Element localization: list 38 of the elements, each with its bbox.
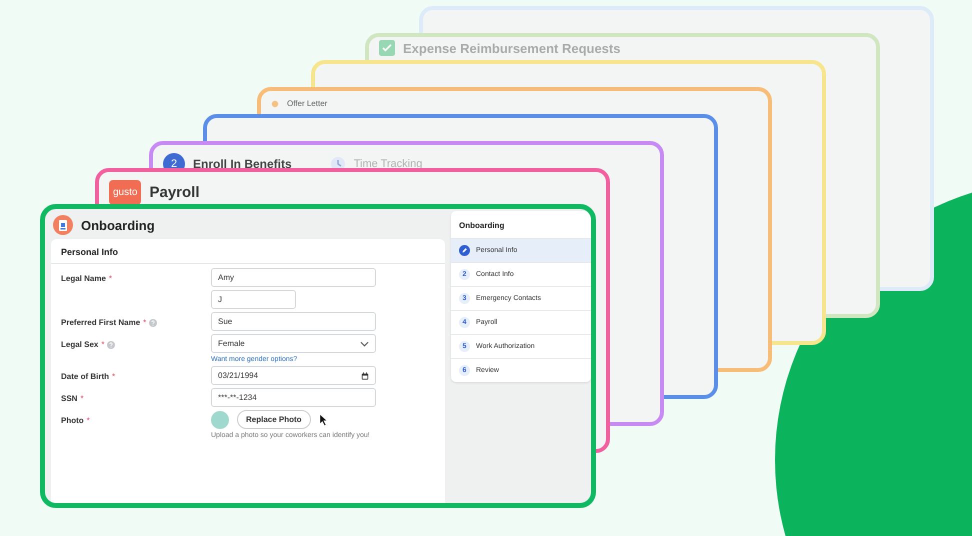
date-field[interactable]: 03/21/1994 xyxy=(211,366,376,385)
card-title: Expense Reimbursement Requests xyxy=(403,40,620,56)
text-input[interactable]: ***-**-1234 xyxy=(211,388,376,407)
card-title: Enroll In Benefits xyxy=(193,157,292,171)
text-input[interactable]: Amy xyxy=(211,268,376,287)
field-label: SSN xyxy=(61,394,78,403)
id-badge-icon xyxy=(53,215,73,235)
section-title: Personal Info xyxy=(51,239,445,264)
calendar-icon xyxy=(361,372,369,380)
required-asterisk: * xyxy=(143,318,146,327)
mouse-cursor-icon xyxy=(318,412,329,426)
dot-icon xyxy=(271,100,279,108)
avatar xyxy=(211,410,229,428)
card-title: Payroll xyxy=(149,184,200,201)
card-subtitle: Time Tracking xyxy=(354,158,422,170)
dropdown-field[interactable]: Female xyxy=(211,334,376,353)
text-input[interactable]: Sue xyxy=(211,312,376,331)
field-label: Date of Birth xyxy=(61,372,109,381)
card-title: Offer Letter xyxy=(287,99,328,108)
required-asterisk: * xyxy=(80,394,84,403)
required-asterisk: * xyxy=(86,416,90,425)
chevron-down-icon xyxy=(360,340,369,346)
field-label: Legal Name xyxy=(61,274,106,283)
required-asterisk: * xyxy=(108,274,112,283)
help-icon[interactable] xyxy=(149,318,158,326)
field-label: Photo xyxy=(61,416,84,425)
required-asterisk: * xyxy=(101,340,104,349)
card-title: Onboarding xyxy=(81,218,155,232)
replace-photo-button[interactable]: Replace Photo xyxy=(237,410,311,429)
field-label: Legal Sex xyxy=(61,340,98,349)
logo: gusto xyxy=(109,180,142,205)
text-input[interactable]: J xyxy=(211,290,296,309)
field-label: Preferred First Name xyxy=(61,318,140,327)
steps-title: Onboarding xyxy=(458,220,506,232)
help-icon[interactable] xyxy=(107,340,116,348)
checkmark-icon xyxy=(379,40,395,56)
required-asterisk: * xyxy=(112,372,116,381)
pencil-icon xyxy=(459,245,470,256)
